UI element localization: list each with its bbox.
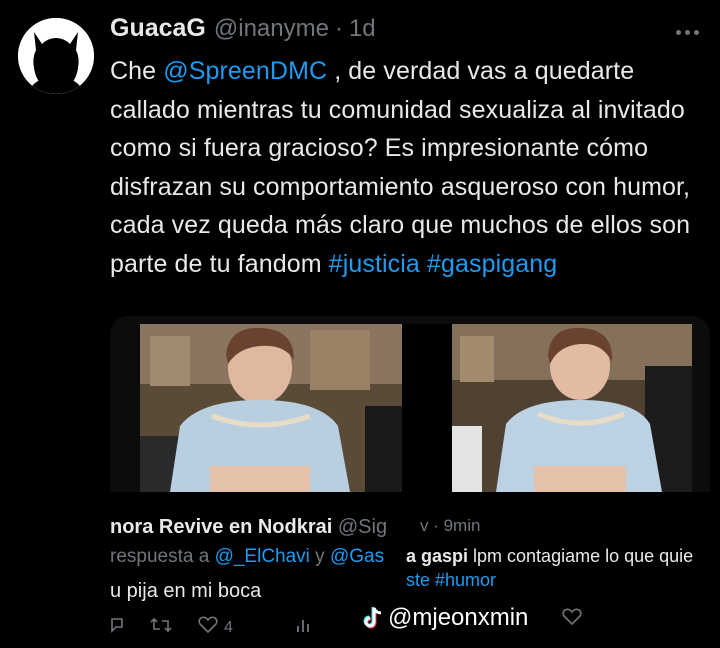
- tweet[interactable]: GuacaG @inanyme · 1d Che @SpreenDMC , de…: [0, 0, 720, 648]
- avatar-image: [18, 18, 94, 94]
- comment-icon: [110, 617, 124, 638]
- right-reply-text: lpm contagiame lo que quie: [468, 546, 694, 566]
- photo-left: [140, 324, 402, 492]
- right-reply-name: a gaspi: [406, 546, 469, 566]
- reply-to-prefix: respuesta a: [110, 546, 215, 567]
- reply-author-line: nora Revive en Nodkrai @Sig: [110, 516, 387, 539]
- reply-to-line: respuesta a @_ElChavi y @Gas: [110, 546, 384, 568]
- tweet-text-start: Che: [110, 57, 164, 85]
- retweet-icon: [150, 617, 172, 638]
- reply-to-and: y: [309, 546, 330, 567]
- timestamp[interactable]: 1d: [349, 15, 376, 43]
- reply-text: u pija en mi boca: [110, 580, 262, 602]
- reply-actions: 4: [110, 616, 311, 639]
- hashtag-justicia[interactable]: #justicia: [329, 250, 420, 278]
- tiktok-icon: [362, 606, 384, 630]
- like-group: 4: [198, 616, 233, 639]
- avatar[interactable]: [18, 18, 94, 94]
- right-reply-time: v · 9min: [420, 516, 481, 535]
- separator: ·: [334, 15, 343, 42]
- photo-right: [452, 324, 692, 492]
- tweet-text-body: , de verdad vas a quedarte callado mient…: [110, 57, 691, 278]
- watermark-handle: @mjeonxmin: [388, 604, 529, 631]
- reply-to-mention-gas: @Gas: [329, 546, 385, 567]
- hashtag-gaspigang[interactable]: #gaspigang: [427, 250, 557, 278]
- display-name[interactable]: GuacaG: [110, 14, 206, 43]
- more-options-icon[interactable]: [672, 20, 702, 44]
- right-reply-hashtag: ste #humor: [406, 570, 497, 590]
- tweet-header: GuacaG @inanyme · 1d: [110, 14, 376, 48]
- heart-icon: [198, 616, 218, 639]
- right-reply-line: a gaspi lpm contagiame lo que quie: [406, 546, 693, 567]
- like-count: 4: [224, 618, 233, 636]
- reply-author-name: nora Revive en Nodkrai: [110, 516, 333, 538]
- user-handle[interactable]: @inanyme: [214, 15, 329, 43]
- reply-to-mention-elchavi: @_ElChavi: [214, 546, 310, 567]
- right-heart-icon: [562, 608, 582, 631]
- mention-link[interactable]: @SpreenDMC: [163, 57, 327, 85]
- tweet-text: Che @SpreenDMC , de verdad vas a quedart…: [110, 52, 710, 283]
- stats-icon: [295, 617, 311, 638]
- tiktok-watermark: @mjeonxmin: [362, 604, 528, 632]
- reply-author-handle: @Sig: [337, 516, 388, 538]
